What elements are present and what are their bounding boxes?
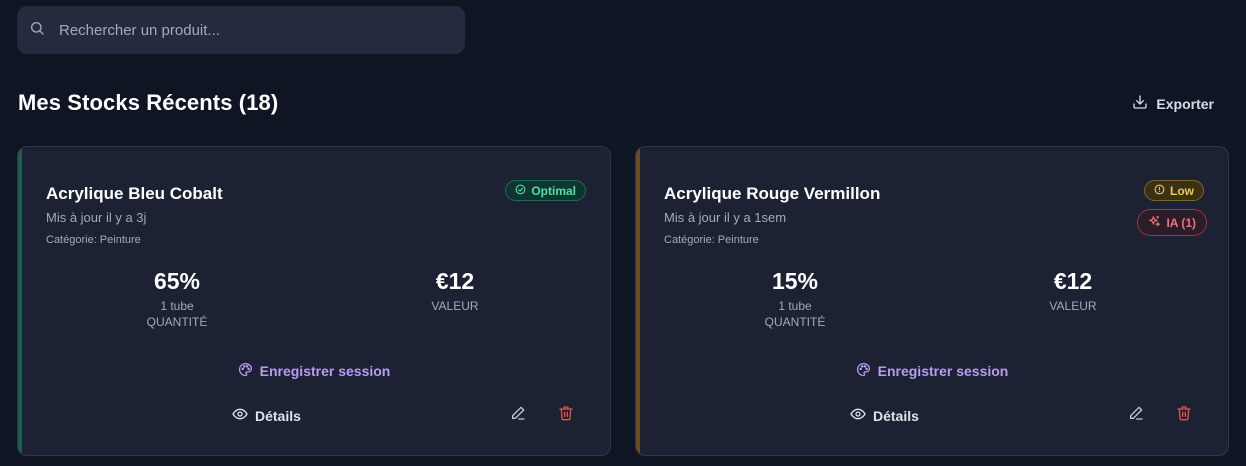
quantity-percent: 15%	[771, 268, 819, 294]
status-label: Optimal	[531, 183, 576, 198]
quantity-unit: 1 tube	[160, 299, 194, 313]
product-name: Acrylique Rouge Vermillon	[664, 184, 881, 203]
value-label: VALEUR	[1049, 299, 1097, 313]
category-text: Catégorie: Peinture	[664, 234, 759, 246]
export-label: Exporter	[1156, 95, 1214, 112]
quantity-stat: 65% 1 tube QUANTITÉ	[97, 266, 257, 330]
sparkles-icon	[1148, 215, 1161, 231]
status-badge: Optimal	[505, 180, 586, 201]
status-label: Low	[1170, 183, 1194, 198]
pencil-icon	[510, 405, 526, 426]
pencil-icon	[1128, 405, 1144, 426]
search-bar[interactable]	[17, 6, 465, 54]
ai-badge-label: IA (1)	[1166, 215, 1196, 230]
trash-icon	[1176, 405, 1192, 426]
value-amount: €12	[435, 268, 475, 294]
delete-button[interactable]	[1175, 405, 1193, 426]
record-session-link[interactable]: Enregistrer session	[636, 362, 1228, 380]
quantity-percent: 65%	[153, 268, 201, 294]
quantity-label: QUANTITÉ	[146, 315, 208, 329]
record-session-link[interactable]: Enregistrer session	[18, 362, 610, 380]
updated-text: Mis à jour il y a 3j	[46, 210, 147, 225]
stock-card: Acrylique Bleu Cobalt Mis à jour il y a …	[17, 146, 611, 456]
updated-text: Mis à jour il y a 1sem	[664, 210, 787, 225]
export-button[interactable]: Exporter	[1132, 94, 1214, 113]
details-button[interactable]: Détails	[850, 406, 919, 425]
eye-icon	[850, 406, 866, 425]
card-accent-bar	[18, 147, 22, 455]
ai-suggestions-badge[interactable]: IA (1)	[1137, 209, 1207, 236]
product-name: Acrylique Bleu Cobalt	[46, 184, 223, 203]
download-icon	[1132, 94, 1148, 113]
eye-icon	[232, 406, 248, 425]
check-circle-icon	[515, 184, 526, 198]
quantity-stat: 15% 1 tube QUANTITÉ	[715, 266, 875, 330]
value-stat: €12 VALEUR	[993, 266, 1153, 314]
value-label: VALEUR	[431, 299, 479, 313]
palette-icon	[238, 362, 253, 380]
search-input[interactable]	[57, 20, 437, 40]
search-icon	[29, 20, 45, 41]
status-badge: Low	[1144, 180, 1204, 201]
card-accent-bar	[636, 147, 640, 455]
edit-button[interactable]	[509, 406, 527, 424]
details-label: Détails	[255, 407, 301, 424]
record-session-label: Enregistrer session	[259, 363, 391, 379]
value-stat: €12 VALEUR	[375, 266, 535, 314]
section-title: Mes Stocks Récents (18)	[18, 90, 279, 115]
delete-button[interactable]	[557, 405, 575, 426]
details-button[interactable]: Détails	[232, 406, 301, 425]
value-amount: €12	[1053, 268, 1093, 294]
record-session-label: Enregistrer session	[877, 363, 1009, 379]
quantity-unit: 1 tube	[778, 299, 812, 313]
stock-card: Acrylique Rouge Vermillon Mis à jour il …	[635, 146, 1229, 456]
alert-circle-icon	[1154, 184, 1165, 198]
category-text: Catégorie: Peinture	[46, 234, 141, 246]
palette-icon	[856, 362, 871, 380]
edit-button[interactable]	[1127, 406, 1145, 424]
quantity-label: QUANTITÉ	[764, 315, 826, 329]
trash-icon	[558, 405, 574, 426]
details-label: Détails	[873, 407, 919, 424]
